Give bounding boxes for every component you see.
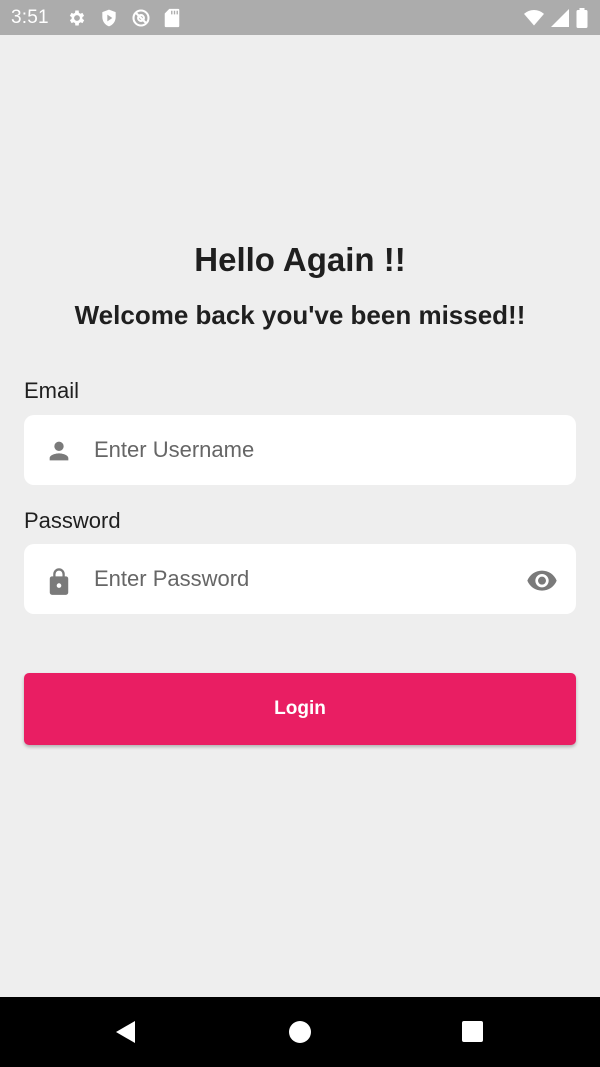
eye-icon[interactable] — [526, 564, 558, 596]
wifi-icon — [524, 9, 544, 27]
password-label: Password — [24, 508, 121, 533]
at-sign-icon — [131, 8, 151, 28]
email-label: Email — [24, 378, 80, 403]
lock-icon — [45, 566, 73, 595]
home-icon[interactable] — [289, 1021, 311, 1043]
password-input[interactable] — [94, 544, 514, 614]
shield-play-icon — [99, 8, 119, 28]
back-icon[interactable] — [113, 1019, 139, 1045]
email-field[interactable] — [24, 415, 576, 485]
recents-icon[interactable] — [462, 1021, 483, 1042]
person-icon — [45, 437, 73, 465]
status-time: 3:51 — [11, 7, 49, 28]
status-notification-icons — [67, 8, 181, 28]
cell-signal-icon — [551, 9, 569, 27]
page-title: Hello Again !! — [194, 241, 406, 278]
page-subtitle: Welcome back you've been missed!! — [74, 300, 526, 330]
battery-icon — [576, 8, 588, 28]
status-bar: 3:51 — [0, 0, 600, 35]
status-system-icons — [524, 8, 588, 28]
settings-icon — [67, 8, 87, 28]
login-screen: Hello Again !! Welcome back you've been … — [0, 35, 600, 997]
navigation-bar — [0, 997, 600, 1067]
password-field[interactable] — [24, 544, 576, 614]
email-input[interactable] — [94, 415, 514, 485]
login-button[interactable]: Login — [24, 673, 576, 745]
sd-card-icon — [163, 8, 181, 28]
